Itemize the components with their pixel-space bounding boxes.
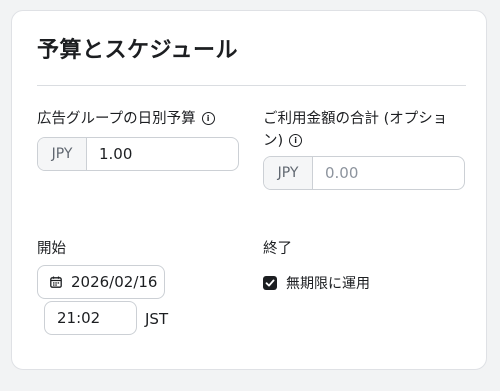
daily-budget-label-row: 広告グループの日別予算 i: [37, 108, 215, 130]
section-divider: [37, 85, 466, 86]
total-cap-field[interactable]: JPY 0.00: [263, 156, 465, 190]
total-cap-input[interactable]: 0.00: [313, 157, 464, 189]
run-indefinitely-label: 無期限に運用: [286, 276, 370, 292]
timezone-label: JST: [145, 310, 169, 328]
total-cap-label: ご利用金額の合計 (オプショ ン) i: [263, 108, 447, 152]
start-date-picker[interactable]: 2026/02/16: [37, 265, 165, 299]
start-date-value: 2026/02/16: [71, 273, 158, 291]
info-icon[interactable]: i: [289, 133, 303, 147]
daily-budget-input[interactable]: 1.00: [87, 138, 238, 170]
run-indefinitely-checkbox[interactable]: [263, 276, 277, 290]
currency-label: JPY: [264, 157, 313, 189]
start-label: 開始: [37, 241, 66, 257]
currency-label: JPY: [38, 138, 87, 170]
start-time-input[interactable]: 21:02: [44, 301, 137, 335]
checkmark-icon: [265, 279, 275, 287]
end-label: 終了: [263, 241, 292, 257]
calendar-icon: [50, 273, 62, 292]
run-indefinitely-option[interactable]: 無期限に運用: [263, 273, 370, 293]
daily-budget-field[interactable]: JPY 1.00: [37, 137, 239, 171]
section-title: 予算とスケジュール: [37, 38, 238, 63]
info-icon[interactable]: i: [201, 111, 215, 125]
total-cap-label-line2: ン): [263, 133, 284, 149]
total-cap-label-line1: ご利用金額の合計 (オプショ: [263, 111, 448, 127]
daily-budget-label: 広告グループの日別予算: [37, 111, 196, 127]
